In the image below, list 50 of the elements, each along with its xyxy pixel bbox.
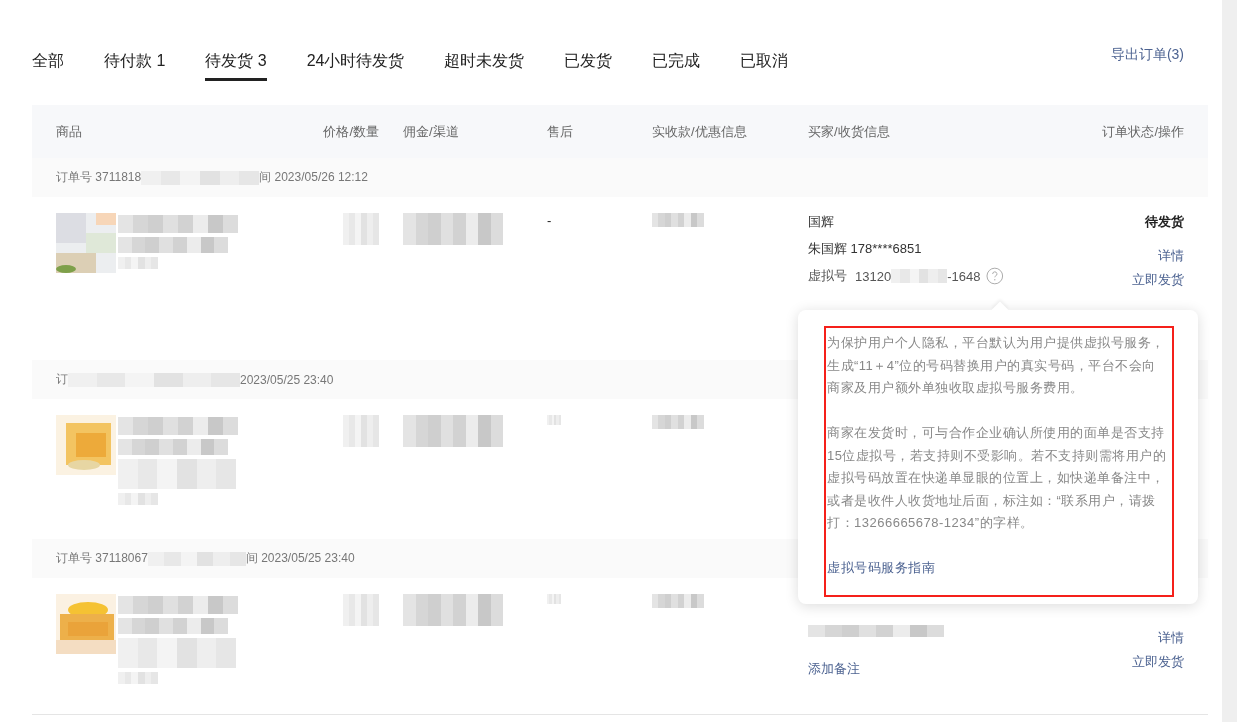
order-time: 2023/05/25 23:40 bbox=[240, 372, 334, 387]
service-guide-link[interactable]: 虚拟号码服务指南 bbox=[827, 557, 935, 580]
column-header: 实收款/优惠信息 bbox=[652, 123, 747, 139]
column-header: 买家/收货信息 bbox=[808, 123, 890, 139]
blurred-text bbox=[343, 594, 379, 626]
column-header: 售后 bbox=[547, 123, 573, 139]
virtual-number-suffix: -1648 bbox=[947, 268, 981, 284]
order-number: 订单号 3711818 bbox=[56, 169, 142, 186]
filter-tab[interactable]: 已发货 bbox=[564, 43, 613, 81]
blurred-text bbox=[891, 269, 948, 283]
blurred-text bbox=[652, 213, 704, 227]
column-header: 价格/数量 bbox=[323, 123, 379, 139]
ship-now-link[interactable]: 立即发货 bbox=[1132, 271, 1184, 289]
details-link[interactable]: 详情 bbox=[1158, 247, 1184, 265]
column-header: 商品 bbox=[56, 123, 82, 139]
virtual-number-label: 虚拟号 bbox=[808, 267, 847, 285]
blurred-text bbox=[547, 415, 561, 425]
blurred-text bbox=[547, 594, 561, 604]
blurred-text bbox=[343, 213, 379, 245]
column-header: 佣金/渠道 bbox=[403, 123, 459, 139]
blurred-text bbox=[118, 257, 158, 269]
order-number: 订单号 37118067 bbox=[56, 550, 148, 567]
buyer-phone: 朱国辉 178****6851 bbox=[808, 240, 923, 258]
add-note-link[interactable]: 添加备注 bbox=[808, 660, 860, 678]
order-time: 间 2023/05/25 23:40 bbox=[245, 550, 355, 567]
order-number: 订 bbox=[56, 371, 68, 388]
filter-tab[interactable]: 待付款 1 bbox=[104, 43, 166, 81]
filter-tab[interactable]: 全部 bbox=[32, 43, 64, 81]
filter-tab[interactable]: 已完成 bbox=[652, 43, 701, 81]
blurred-text bbox=[343, 415, 379, 447]
filter-tab[interactable]: 待发货 3 bbox=[205, 43, 267, 81]
virtual-number-prefix: 13120 bbox=[855, 268, 892, 284]
blurred-text bbox=[652, 415, 704, 429]
help-icon[interactable] bbox=[986, 267, 1004, 285]
info-paragraph: 为保护用户个人隐私，平台默认为用户提供虚拟号服务，生成“11＋4”位的号码替换用户的真实号码，平台不会向商家及用户额外单独收取虚拟号服务费用。 bbox=[827, 334, 1166, 397]
blurred-text bbox=[118, 493, 158, 505]
buyer-name: 国辉 bbox=[808, 213, 835, 231]
column-header: 订单状态/操作 bbox=[1102, 123, 1184, 139]
after-sale-value: - bbox=[547, 213, 552, 228]
filter-tab[interactable]: 24小时待发货 bbox=[306, 43, 405, 81]
export-orders-link[interactable]: 导出订单(3) bbox=[1110, 46, 1184, 64]
filter-tab[interactable]: 已取消 bbox=[740, 43, 789, 81]
order-status: 待发货 bbox=[1145, 213, 1184, 231]
blurred-text bbox=[652, 594, 704, 608]
ship-now-link[interactable]: 立即发货 bbox=[1132, 653, 1184, 671]
order-time: 间 2023/05/26 12:12 bbox=[259, 169, 368, 186]
info-paragraph: 商家在发货时，可与合作企业确认所使用的面单是否支持15位虚拟号，若支持则不受影响。若不支持则需将用户的虚拟号码放置在快递单显眼的位置上，如快递单备注中，或者是收件人收货地址后面，标注如：“联系用户，请拨打：13266665678-1234”的字样。 bbox=[827, 424, 1168, 532]
details-link[interactable]: 详情 bbox=[1158, 629, 1184, 647]
blurred-text bbox=[118, 672, 158, 684]
filter-tab[interactable]: 超时未发货 bbox=[444, 43, 525, 81]
